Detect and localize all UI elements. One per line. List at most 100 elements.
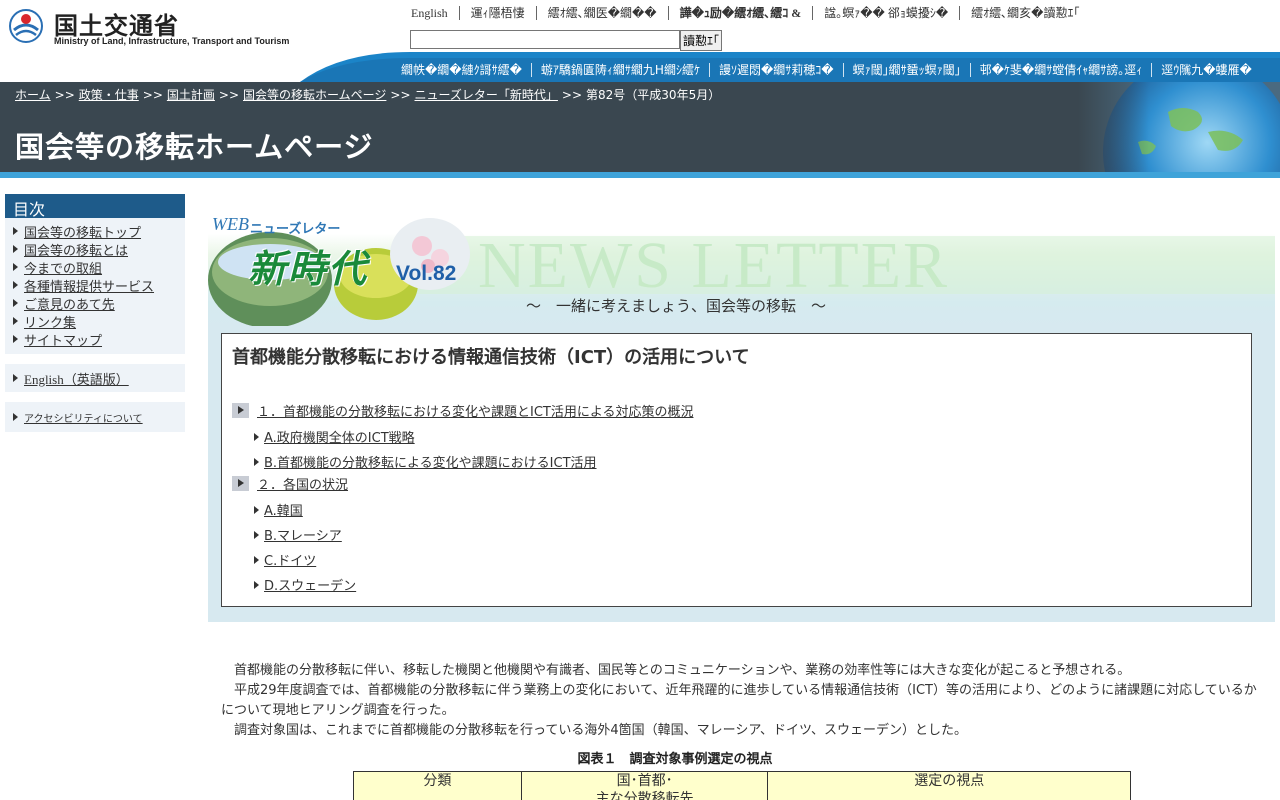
sidebar-link-0[interactable]: 国会等の移転トップ — [24, 222, 141, 241]
sidebar-toc-heading: 目次 — [5, 194, 185, 219]
sidebar-item: 国会等の移転とは — [13, 240, 185, 259]
table-header-cell-1: 国･首都･ 主な分散移転先 — [520, 771, 769, 800]
sidebar-item: サイトマップ — [13, 330, 185, 349]
boxed-triangle-icon — [232, 476, 249, 491]
contents-subsection-link-1-2[interactable]: C.ドイツ — [264, 550, 316, 569]
breadcrumb-link-3[interactable]: 国会等の移転ホームページ — [243, 88, 386, 102]
contents-section-link-0[interactable]: １．首都機能の分散移転における変化や課題とICT活用による対応策の概況 — [257, 401, 693, 420]
main-nav-item-1[interactable]: 蝣ｱ驕鍋匱陦ｨ繝ｻ繝九Η繝ｼ繧ｹ — [530, 63, 709, 77]
util-link-4[interactable]: 諡｡螟ｧ�� 郤ｮ蟆擾ｼ� — [812, 6, 959, 20]
util-link-1[interactable]: 運ｨ隱梧悽 — [458, 6, 536, 20]
breadcrumb-separator: >> — [561, 88, 583, 102]
util-link-0[interactable]: English — [400, 6, 459, 20]
main-nav-item-0[interactable]: 繝帙�繝�縺ｸ謌ｻ繧� — [392, 63, 531, 77]
triangle-bullet-icon — [254, 432, 259, 441]
main-nav-item-5[interactable]: 逕ｳ隲九�螻雁� — [1151, 63, 1261, 77]
article-body: 首都機能の分散移転に伴い、移転した機関と他機関や有識者、国民等とのコミュニケーシ… — [221, 661, 1266, 741]
sidebar-toc-list: 国会等の移転トップ 国会等の移転とは 今までの取組 各種情報提供サービス ご意見のあて先… — [5, 218, 185, 354]
breadcrumb-separator: >> — [218, 88, 239, 102]
mlit-emblem-icon — [9, 9, 43, 43]
sidebar-item: 今までの取組 — [13, 258, 185, 277]
contents-subsection: A.韓国 — [254, 500, 303, 519]
sidebar-link-4[interactable]: ご意見のあて先 — [24, 294, 115, 313]
triangle-bullet-icon — [13, 245, 18, 253]
newsletter-label: ニューズレター — [250, 222, 341, 237]
criteria-table-wrap: 分類 国･首都･ 主な分散移転先 選定の視点 — [353, 771, 1131, 800]
triangle-bullet-icon — [13, 281, 18, 289]
page-title: 国会等の移転ホームページ — [15, 130, 374, 164]
sidebar: 目次 国会等の移転トップ 国会等の移転とは 今までの取組 各種情報提供サービス ご意見の… — [5, 194, 185, 432]
sidebar-item: ご意見のあて先 — [13, 294, 185, 313]
sidebar-link-2[interactable]: 今までの取組 — [24, 258, 102, 277]
site-header: 国土交通省 Ministry of Land, Infrastructure, … — [0, 0, 1280, 82]
mlit-logo[interactable]: 国土交通省 Ministry of Land, Infrastructure, … — [8, 6, 308, 48]
sidebar-link-5[interactable]: リンク集 — [24, 312, 76, 331]
title-band: ホーム >> 政策・仕事 >> 国土計画 >> 国会等の移転ホームページ >> ニューズレター「… — [0, 82, 1280, 172]
contents-subsection-link-0-1[interactable]: B.首都機能の分散移転による変化や課題におけるICT活用 — [264, 452, 597, 471]
main-nav-item-4[interactable]: 邨�ｹ斐�繝ｻ螳倩ｲｬ繝ｻ謗｡逕ｨ — [969, 63, 1152, 77]
sidebar-link-6[interactable]: サイトマップ — [24, 330, 102, 349]
sidebar-item-accessibility: アクセシビリティについて — [13, 408, 177, 426]
newsletter-web-label: WEB — [212, 214, 249, 234]
breadcrumb-current: 第82号（平成30年5月） — [586, 88, 721, 102]
triangle-bullet-icon — [254, 457, 259, 466]
sidebar-item-english: English（英語版） — [13, 369, 177, 387]
breadcrumb-link-1[interactable]: 政策・仕事 — [79, 88, 139, 102]
breadcrumb-separator: >> — [142, 88, 163, 102]
site-search: 讀懃ｴ｢ — [410, 30, 723, 51]
main-nav-item-3[interactable]: 螟ｧ閾｣繝ｻ蜑ｯ螟ｧ閾｣ — [842, 63, 970, 77]
sidebar-link-english[interactable]: English（英語版） — [24, 369, 129, 388]
breadcrumb-separator: >> — [54, 88, 75, 102]
contents-section-link-1[interactable]: ２．各国の状況 — [257, 474, 348, 493]
search-input[interactable] — [410, 30, 680, 49]
newsletter-name: 新時代 — [248, 247, 369, 291]
breadcrumb-link-2[interactable]: 国土計画 — [167, 88, 215, 102]
contents-subsection: B.マレーシア — [254, 525, 342, 544]
globe-image — [1078, 82, 1280, 172]
sidebar-item: 各種情報提供サービス — [13, 276, 185, 295]
contents-subsection: A.政府機関全体のICT戦略 — [254, 427, 415, 446]
util-link-5[interactable]: 繧ｵ繧､繝亥�讀懃ｴ｢ — [959, 6, 1090, 20]
contents-subsection-link-1-1[interactable]: B.マレーシア — [264, 525, 342, 544]
main-nav-band: 繝帙�繝�縺ｸ謌ｻ繧� 蝣ｱ驕鍋匱陦ｨ繝ｻ繝九Η繝ｼ繧ｹ 謾ｿ遲悶�繝ｻ莉穂ｺ� 螟ｧ… — [300, 52, 1280, 82]
figure-caption-row: 図表１ 調査対象事例選定の視点 — [0, 748, 1280, 767]
util-link-2[interactable]: 繧ｵ繧､繝医�繝�� — [535, 6, 668, 20]
contents-subsection: D.スウェーデン — [254, 575, 356, 594]
triangle-bullet-icon — [254, 530, 259, 539]
newsletter-subtitle: ～ 一緒に考えましょう、国会等の移転 ～ — [526, 297, 827, 315]
sidebar-link-1[interactable]: 国会等の移転とは — [24, 240, 128, 259]
main-nav: 繝帙�繝�縺ｸ謌ｻ繧� 蝣ｱ驕鍋匱陦ｨ繝ｻ繝九Η繝ｼ繧ｹ 謾ｿ遲悶�繝ｻ莉穂ｺ� 螟ｧ… — [392, 63, 1261, 77]
sidebar-item: リンク集 — [13, 312, 185, 331]
criteria-table: 分類 国･首都･ 主な分散移転先 選定の視点 — [353, 771, 1131, 800]
figure-caption: 図表１ 調査対象事例選定の視点 — [577, 752, 773, 767]
body-paragraph: 首都機能の分散移転に伴い、移転した機関と他機関や有識者、国民等とのコミュニケーシ… — [234, 663, 1131, 678]
breadcrumb-separator: >> — [390, 88, 411, 102]
sidebar-link-accessibility[interactable]: アクセシビリティについて — [24, 410, 143, 425]
triangle-bullet-icon — [13, 263, 18, 271]
sidebar-english-box: English（英語版） — [5, 364, 185, 392]
banner-bg-text: NEWS LETTER — [478, 229, 950, 302]
util-link-3[interactable]: 譁�ｭ励�繧ｵ繧､繧ｺ & — [667, 6, 813, 20]
table-header-cell-2: 選定の視点 — [767, 771, 1131, 800]
newsletter-volume: Vol.82 — [396, 262, 457, 285]
sidebar-accessibility-box: アクセシビリティについて — [5, 402, 185, 432]
breadcrumb-link-4[interactable]: ニューズレター「新時代」 — [415, 88, 558, 102]
triangle-bullet-icon — [13, 299, 18, 307]
breadcrumb: ホーム >> 政策・仕事 >> 国土計画 >> 国会等の移転ホームページ >> ニューズレター「… — [15, 86, 720, 103]
triangle-bullet-icon — [254, 580, 259, 589]
table-header-row: 分類 国･首都･ 主な分散移転先 選定の視点 — [353, 771, 1131, 800]
sidebar-link-3[interactable]: 各種情報提供サービス — [24, 276, 154, 295]
main-nav-item-2[interactable]: 謾ｿ遲悶�繝ｻ莉穂ｺ� — [708, 63, 843, 77]
triangle-bullet-icon — [254, 505, 259, 514]
breadcrumb-link-0[interactable]: ホーム — [15, 88, 51, 102]
contents-subsection-link-0-0[interactable]: A.政府機関全体のICT戦略 — [264, 427, 415, 446]
triangle-bullet-icon — [13, 335, 18, 343]
contents-subsection-link-1-3[interactable]: D.スウェーデン — [264, 575, 356, 594]
contents-subsection: B.首都機能の分散移転による変化や課題におけるICT活用 — [254, 452, 597, 471]
contents-subsection-link-1-0[interactable]: A.韓国 — [264, 500, 303, 519]
triangle-bullet-icon — [13, 317, 18, 325]
contents-section: ２．各国の状況 — [232, 474, 348, 493]
utility-links: English 運ｨ隱梧悽 繧ｵ繧､繝医�繝�� 譁�ｭ励�繧ｵ繧､繧ｺ & 諡｡螟ｧ�… — [400, 5, 1090, 21]
search-button[interactable]: 讀懃ｴ｢ — [680, 30, 723, 51]
logo-text-en: Ministry of Land, Infrastructure, Transp… — [54, 36, 290, 46]
